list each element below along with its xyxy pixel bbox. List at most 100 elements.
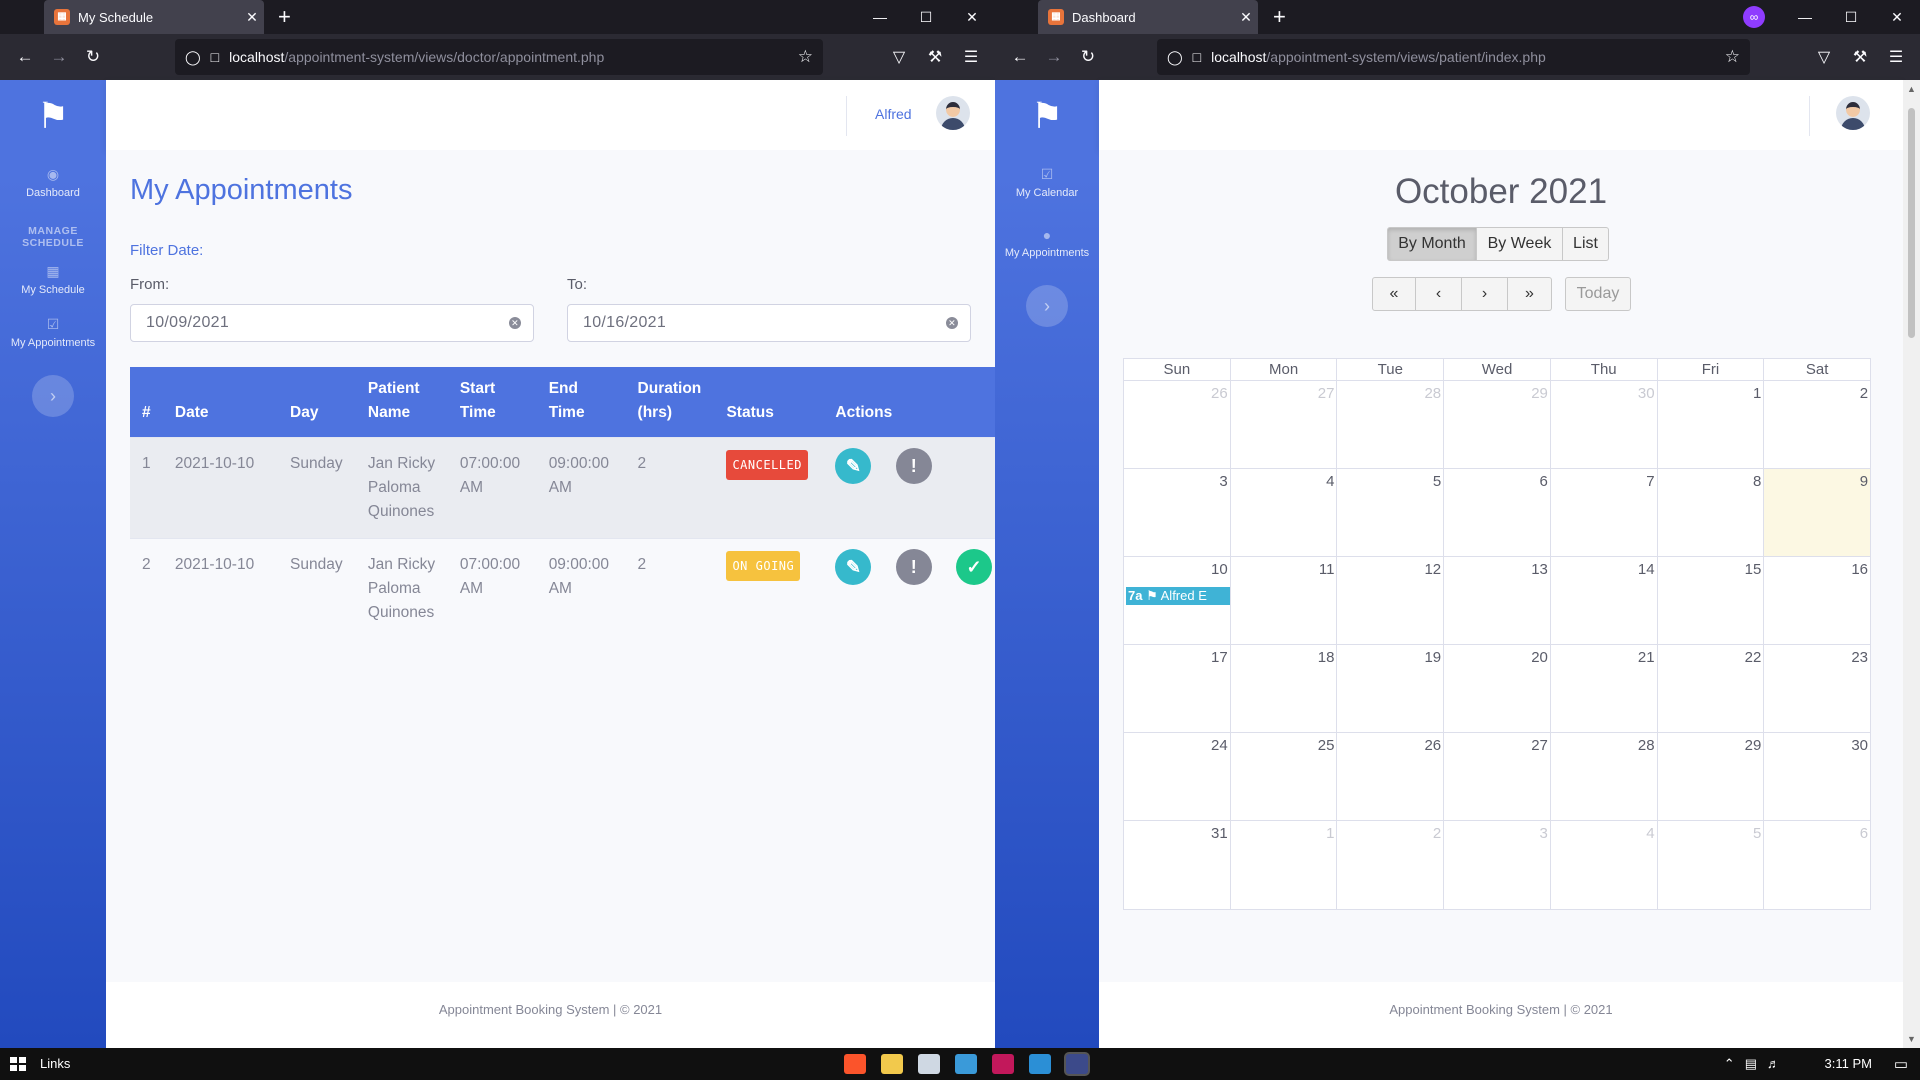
wrench-icon[interactable]: ⚒: [1842, 47, 1878, 67]
scroll-down-icon[interactable]: ▼: [1903, 1034, 1920, 1044]
day-cell[interactable]: 1: [1656, 381, 1764, 468]
day-cell[interactable]: 5: [1656, 821, 1764, 909]
menu-icon[interactable]: ☰: [953, 47, 989, 67]
forward-icon[interactable]: →: [1037, 47, 1071, 67]
to-date-field[interactable]: 10/16/2021 ✕: [567, 304, 971, 342]
brave-browser-icon[interactable]: [844, 1054, 866, 1074]
firefox-icon[interactable]: [1066, 1054, 1088, 1074]
brand-logo-icon[interactable]: ⚑: [0, 80, 106, 152]
day-cell[interactable]: 5: [1336, 469, 1443, 556]
sidebar-item-dashboard[interactable]: ◉ Dashboard: [0, 152, 106, 213]
scroll-up-icon[interactable]: ▲: [1903, 84, 1920, 94]
reload-icon[interactable]: ↻: [76, 47, 110, 67]
day-cell[interactable]: 1: [1229, 821, 1337, 909]
minimize-icon[interactable]: —: [1782, 0, 1828, 34]
volume-icon[interactable]: ♬: [1767, 1056, 1780, 1072]
day-cell[interactable]: 24: [1124, 733, 1230, 820]
reload-icon[interactable]: ↻: [1071, 47, 1105, 67]
from-date-field[interactable]: 10/09/2021 ✕: [130, 304, 534, 342]
day-cell[interactable]: 29: [1443, 381, 1550, 468]
url-bar[interactable]: ◯ □ localhost/appointment-system/views/p…: [1157, 39, 1750, 75]
sidebar-item-my-schedule[interactable]: ▦ My Schedule: [0, 249, 106, 310]
close-tab-icon[interactable]: ✕: [240, 9, 264, 26]
user-name[interactable]: Alfred: [875, 106, 912, 122]
tab-my-schedule[interactable]: ▦ My Schedule ✕: [44, 0, 264, 34]
day-cell[interactable]: 26: [1124, 381, 1230, 468]
day-cell[interactable]: 29: [1656, 733, 1764, 820]
list-button[interactable]: List: [1563, 227, 1609, 261]
edit-button[interactable]: ✎: [835, 549, 872, 585]
day-cell[interactable]: 6: [1763, 821, 1870, 909]
close-window-icon[interactable]: ✕: [1874, 0, 1920, 34]
day-cell[interactable]: 26: [1336, 733, 1443, 820]
forward-icon[interactable]: →: [42, 47, 76, 67]
by-month-button[interactable]: By Month: [1387, 227, 1477, 261]
day-cell[interactable]: 13: [1443, 557, 1550, 644]
next-month-icon[interactable]: ›: [1462, 277, 1508, 311]
prev-year-icon[interactable]: «: [1372, 277, 1416, 311]
maximize-icon[interactable]: ☐: [1828, 0, 1874, 34]
back-icon[interactable]: ←: [8, 47, 42, 67]
menu-icon[interactable]: ☰: [1878, 47, 1914, 67]
chevron-up-icon[interactable]: ⌃: [1724, 1056, 1735, 1072]
sidebar-item-my-appointments[interactable]: ● My Appointments: [995, 213, 1099, 273]
pocket-icon[interactable]: ▽: [881, 47, 917, 67]
day-cell[interactable]: 4: [1229, 469, 1337, 556]
day-cell[interactable]: 18: [1229, 645, 1337, 732]
day-cell[interactable]: 7: [1549, 469, 1657, 556]
day-cell[interactable]: 8: [1656, 469, 1764, 556]
maximize-icon[interactable]: ☐: [903, 0, 949, 34]
day-cell[interactable]: 23: [1763, 645, 1870, 732]
day-cell[interactable]: 6: [1443, 469, 1550, 556]
url-bar[interactable]: ◯ □ localhost/appointment-system/views/d…: [175, 39, 823, 75]
edit-button[interactable]: ✎: [835, 448, 872, 484]
day-cell[interactable]: 27: [1443, 733, 1550, 820]
close-tab-icon[interactable]: ✕: [1234, 9, 1258, 26]
day-cell[interactable]: 28: [1549, 733, 1657, 820]
tab-dashboard[interactable]: ▦ Dashboard ✕: [1038, 0, 1258, 34]
sidebar-toggle-button[interactable]: ›: [32, 375, 74, 417]
links-toolbar[interactable]: Links: [40, 1056, 70, 1071]
today-button[interactable]: Today: [1565, 277, 1631, 311]
clock[interactable]: 3:11 PM: [1825, 1056, 1872, 1071]
day-cell[interactable]: 30: [1549, 381, 1657, 468]
details-button[interactable]: !: [895, 549, 932, 585]
clear-to-date-icon[interactable]: ✕: [946, 317, 958, 329]
day-cell[interactable]: 3: [1124, 469, 1230, 556]
day-cell[interactable]: 16: [1763, 557, 1870, 644]
close-window-icon[interactable]: ✕: [949, 0, 995, 34]
day-cell[interactable]: 17: [1124, 645, 1230, 732]
file-explorer-icon[interactable]: [881, 1054, 903, 1074]
avatar[interactable]: [936, 96, 970, 130]
new-tab-button[interactable]: +: [1273, 4, 1286, 30]
by-week-button[interactable]: By Week: [1477, 227, 1563, 261]
day-cell[interactable]: 14: [1549, 557, 1657, 644]
next-year-icon[interactable]: »: [1508, 277, 1552, 311]
details-button[interactable]: !: [895, 448, 932, 484]
day-cell[interactable]: 22: [1656, 645, 1764, 732]
back-icon[interactable]: ←: [1003, 47, 1037, 67]
new-tab-button[interactable]: +: [278, 4, 291, 30]
day-cell[interactable]: 20: [1443, 645, 1550, 732]
complete-button[interactable]: ✓: [956, 549, 992, 585]
sidebar-item-my-calendar[interactable]: ☑ My Calendar: [995, 152, 1099, 213]
calendar-event[interactable]: 7a ⚑ Alfred E: [1126, 587, 1230, 605]
remote-desktop-icon[interactable]: [955, 1054, 977, 1074]
notification-icon[interactable]: ▭: [1894, 1055, 1908, 1073]
day-cell[interactable]: 15: [1656, 557, 1764, 644]
minimize-icon[interactable]: —: [857, 0, 903, 34]
brand-logo-icon[interactable]: ⚑: [995, 80, 1099, 152]
day-cell[interactable]: 4: [1549, 821, 1657, 909]
day-cell[interactable]: 25: [1229, 733, 1337, 820]
sidebar-item-my-appointments[interactable]: ☑ My Appointments: [0, 310, 106, 363]
day-cell[interactable]: 12: [1336, 557, 1443, 644]
day-cell[interactable]: 2: [1336, 821, 1443, 909]
day-cell[interactable]: 31: [1124, 821, 1230, 909]
day-cell[interactable]: 2: [1763, 381, 1870, 468]
scrollbar-thumb[interactable]: [1908, 108, 1915, 338]
app-icon[interactable]: [992, 1054, 1014, 1074]
bookmark-star-icon[interactable]: ☆: [798, 47, 813, 67]
wrench-icon[interactable]: ⚒: [917, 47, 953, 67]
prev-month-icon[interactable]: ‹: [1416, 277, 1462, 311]
sidebar-toggle-button[interactable]: ›: [1026, 285, 1068, 327]
